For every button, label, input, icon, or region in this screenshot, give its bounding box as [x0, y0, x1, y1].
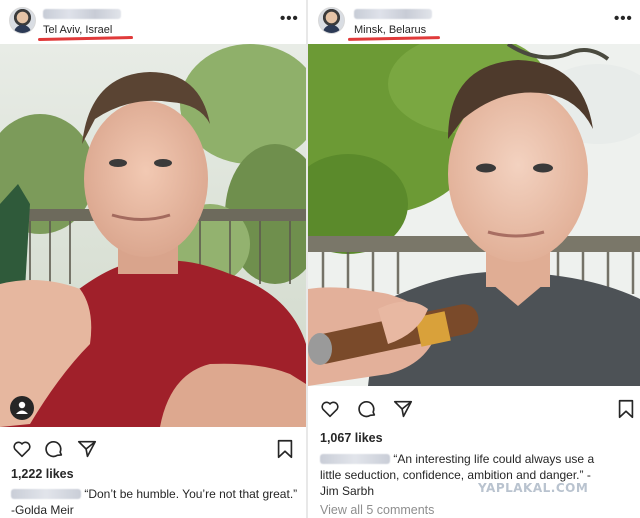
- avatar[interactable]: [318, 7, 345, 34]
- share-icon[interactable]: [76, 438, 98, 460]
- selfie-photo-tel-aviv: [0, 44, 306, 427]
- post-photo[interactable]: [0, 44, 306, 427]
- user-tag-icon[interactable]: [10, 396, 34, 420]
- post-left: jacobwohl Tel Aviv, Israel •••: [0, 0, 306, 518]
- caption-text-2: little seduction, confidence, ambition a…: [320, 468, 591, 482]
- more-icon[interactable]: •••: [280, 10, 299, 27]
- bookmark-icon[interactable]: [274, 438, 296, 460]
- post-header: jacobwohl Minsk, Belarus •••: [308, 0, 640, 44]
- red-underline-annotation: [37, 36, 134, 41]
- bookmark-icon[interactable]: [615, 398, 637, 420]
- username-blurred[interactable]: jacobwohl: [354, 9, 432, 19]
- caption-username-blurred[interactable]: jacobwohl: [320, 454, 390, 464]
- caption-username-blurred[interactable]: jacobwohl: [11, 489, 81, 499]
- action-bar: [0, 438, 306, 464]
- likes-count[interactable]: 1,067 likes: [320, 431, 383, 445]
- caption-text-2: -Golda Meir: [11, 503, 74, 517]
- comment-icon[interactable]: [43, 438, 65, 460]
- likes-count[interactable]: 1,222 likes: [11, 467, 74, 481]
- heart-icon[interactable]: [319, 398, 341, 420]
- caption-text-3: Jim Sarbh: [320, 484, 375, 498]
- caption-text: “Don’t be humble. You’re not that great.…: [84, 487, 298, 501]
- person-glyph: [16, 401, 28, 414]
- more-icon[interactable]: •••: [614, 10, 633, 27]
- post-photo[interactable]: [308, 44, 640, 386]
- comment-icon[interactable]: [356, 398, 378, 420]
- selfie-photo-minsk: [308, 44, 640, 386]
- location-label[interactable]: Minsk, Belarus: [354, 24, 426, 36]
- post-header: jacobwohl Tel Aviv, Israel •••: [0, 0, 306, 44]
- username-blurred[interactable]: jacobwohl: [43, 9, 121, 19]
- action-bar: [308, 398, 640, 424]
- location-label[interactable]: Tel Aviv, Israel: [43, 24, 112, 36]
- post-right: jacobwohl Minsk, Belarus •••: [308, 0, 640, 518]
- share-icon[interactable]: [392, 398, 414, 420]
- watermark: YAPLAKAL.COM: [478, 481, 589, 495]
- avatar[interactable]: [9, 7, 36, 34]
- view-comments-link[interactable]: View all 5 comments: [320, 503, 434, 517]
- caption: jacobwohl “Don’t be humble. You’re not t…: [11, 486, 303, 518]
- heart-icon[interactable]: [11, 438, 33, 460]
- caption-text: “An interesting life could always use a: [393, 452, 595, 466]
- red-underline-annotation: [347, 36, 441, 41]
